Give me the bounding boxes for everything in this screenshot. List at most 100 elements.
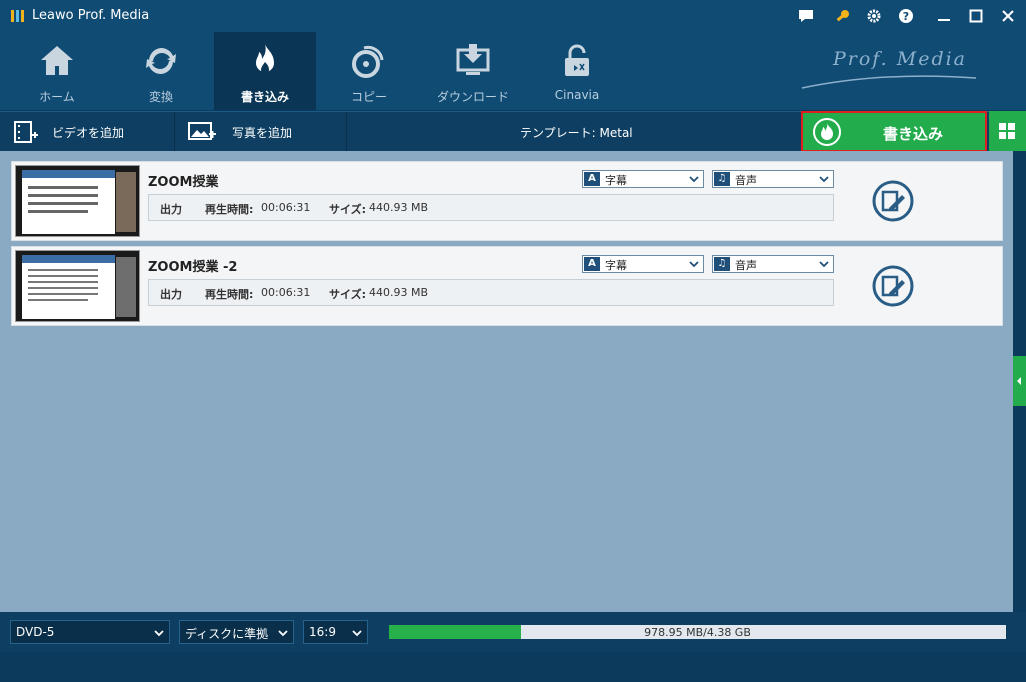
settings-gear-icon[interactable] <box>864 6 884 26</box>
subtitle-select-value: 字幕 <box>605 174 627 187</box>
burn-flame-icon <box>256 44 274 74</box>
chevron-down-icon <box>819 176 829 183</box>
chevron-down-icon <box>278 630 288 637</box>
brand-logo: Prof. Media <box>800 48 980 98</box>
burn-button-label: 書き込み <box>883 125 944 143</box>
audio-select-value: 音声 <box>735 259 757 272</box>
add-photo-button[interactable]: 写真を追加 <box>188 112 292 152</box>
video-title: ZOOM授業 -2 <box>148 260 238 275</box>
video-info: 出力 再生時間: 00:06:31 サイズ: 440.93 MB <box>148 194 834 221</box>
subtitle-select[interactable]: A 字幕 <box>582 170 704 188</box>
convert-icon <box>146 48 176 74</box>
duration-label: 再生時間: <box>205 288 254 301</box>
audio-note-icon: ♫ <box>714 172 730 186</box>
bottom-bar: DVD-5 ディスクに準拠 16:9 978.95 MB/4.38 GB <box>0 612 1026 652</box>
add-video-button[interactable]: ビデオを追加 <box>14 112 124 152</box>
subtitle-icon: A <box>584 257 600 271</box>
quality-value: ディスクに準拠 <box>185 627 269 641</box>
list-item[interactable]: ZOOM授業 -2 A 字幕 ♫ 音声 出力 再生時間: 00:06:31 サイ… <box>11 246 1003 326</box>
tab-cinavia[interactable]: Cinavia <box>526 32 628 110</box>
duration-label: 再生時間: <box>205 203 254 216</box>
disc-type-value: DVD-5 <box>16 625 55 639</box>
tab-label: 書き込み <box>240 90 289 104</box>
brand-text: Prof. Media <box>833 48 968 70</box>
output-label: 出力 <box>160 203 182 216</box>
chevron-down-icon <box>689 176 699 183</box>
audio-select[interactable]: ♫ 音声 <box>712 170 834 188</box>
aspect-ratio-select[interactable]: 16:9 <box>303 620 368 644</box>
chevron-down-icon <box>689 261 699 268</box>
brand-swoosh-icon <box>801 75 977 89</box>
tab-label: 変換 <box>148 90 173 104</box>
register-key-icon[interactable] <box>833 6 853 26</box>
subtitle-icon: A <box>584 172 600 186</box>
tab-label: コピー <box>350 90 387 104</box>
size-label: サイズ: <box>329 203 367 216</box>
minimize-icon[interactable] <box>934 6 954 26</box>
side-panel-toggle[interactable] <box>1013 356 1026 406</box>
edit-film-icon <box>872 180 914 222</box>
capacity-bar: 978.95 MB/4.38 GB <box>389 625 1006 639</box>
title-bar: Leawo Prof. Media ? <box>0 0 1026 32</box>
tab-download[interactable]: ダウンロード <box>422 32 524 110</box>
toolbar-divider <box>346 112 347 152</box>
video-thumbnail[interactable] <box>15 165 140 237</box>
add-photo-label: 写真を追加 <box>232 125 293 140</box>
chevron-left-icon <box>1017 377 1021 385</box>
size-value: 440.93 MB <box>369 286 429 299</box>
menu-grid-button[interactable] <box>989 111 1026 151</box>
subtitle-select[interactable]: A 字幕 <box>582 255 704 273</box>
duration-value: 00:06:31 <box>261 286 311 299</box>
video-title: ZOOM授業 <box>148 175 219 190</box>
feedback-icon[interactable] <box>796 6 816 26</box>
aspect-ratio-value: 16:9 <box>309 625 336 639</box>
audio-select-value: 音声 <box>735 174 757 187</box>
cinavia-lock-icon <box>565 44 589 76</box>
chevron-down-icon <box>819 261 829 268</box>
burn-button[interactable]: 書き込み <box>801 111 987 152</box>
edit-video-button[interactable] <box>872 265 914 307</box>
capacity-text: 978.95 MB/4.38 GB <box>644 626 751 639</box>
help-icon[interactable]: ? <box>896 6 916 26</box>
home-icon <box>41 46 73 75</box>
download-icon <box>456 44 490 75</box>
toolbar-divider <box>174 112 175 152</box>
chevron-down-icon <box>154 630 164 637</box>
status-area <box>0 652 1026 682</box>
tab-label: Cinavia <box>554 88 600 102</box>
video-info: 出力 再生時間: 00:06:31 サイズ: 440.93 MB <box>148 279 834 306</box>
video-thumbnail[interactable] <box>15 250 140 322</box>
app-title: Leawo Prof. Media <box>32 8 150 23</box>
template-label[interactable]: テンプレート: Metal <box>520 124 633 141</box>
tab-copy[interactable]: コピー <box>318 32 420 110</box>
output-label: 出力 <box>160 288 182 301</box>
film-add-icon <box>14 121 38 143</box>
edit-film-icon <box>872 265 914 307</box>
close-icon[interactable] <box>998 6 1018 26</box>
main-nav: ホーム 変換 書き込み コピー ダウンロード Cinavia Prof. Med… <box>0 32 1026 110</box>
subtitle-select-value: 字幕 <box>605 259 627 272</box>
tab-label: ダウンロード <box>436 90 509 104</box>
size-label: サイズ: <box>329 288 367 301</box>
tab-label: ホーム <box>39 90 75 104</box>
add-video-label: ビデオを追加 <box>52 125 125 140</box>
edit-video-button[interactable] <box>872 180 914 222</box>
size-value: 440.93 MB <box>369 201 429 214</box>
photo-add-icon <box>188 122 216 140</box>
burn-flame-icon <box>813 118 841 146</box>
svg-text:?: ? <box>903 10 909 23</box>
audio-note-icon: ♫ <box>714 257 730 271</box>
disc-type-select[interactable]: DVD-5 <box>10 620 170 644</box>
chevron-down-icon <box>352 630 362 637</box>
audio-select[interactable]: ♫ 音声 <box>712 255 834 273</box>
tab-convert[interactable]: 変換 <box>110 32 212 110</box>
app-logo-icon <box>11 10 24 22</box>
tab-home[interactable]: ホーム <box>6 32 108 110</box>
list-item[interactable]: ZOOM授業 A 字幕 ♫ 音声 出力 再生時間: 00:06:31 サイズ: … <box>11 161 1003 241</box>
copy-disc-icon <box>352 45 384 78</box>
grid-icon <box>999 123 1015 139</box>
video-list: ZOOM授業 A 字幕 ♫ 音声 出力 再生時間: 00:06:31 サイズ: … <box>0 151 1013 612</box>
maximize-icon[interactable] <box>966 6 986 26</box>
tab-burn[interactable]: 書き込み <box>214 32 316 110</box>
quality-select[interactable]: ディスクに準拠 <box>179 620 294 644</box>
